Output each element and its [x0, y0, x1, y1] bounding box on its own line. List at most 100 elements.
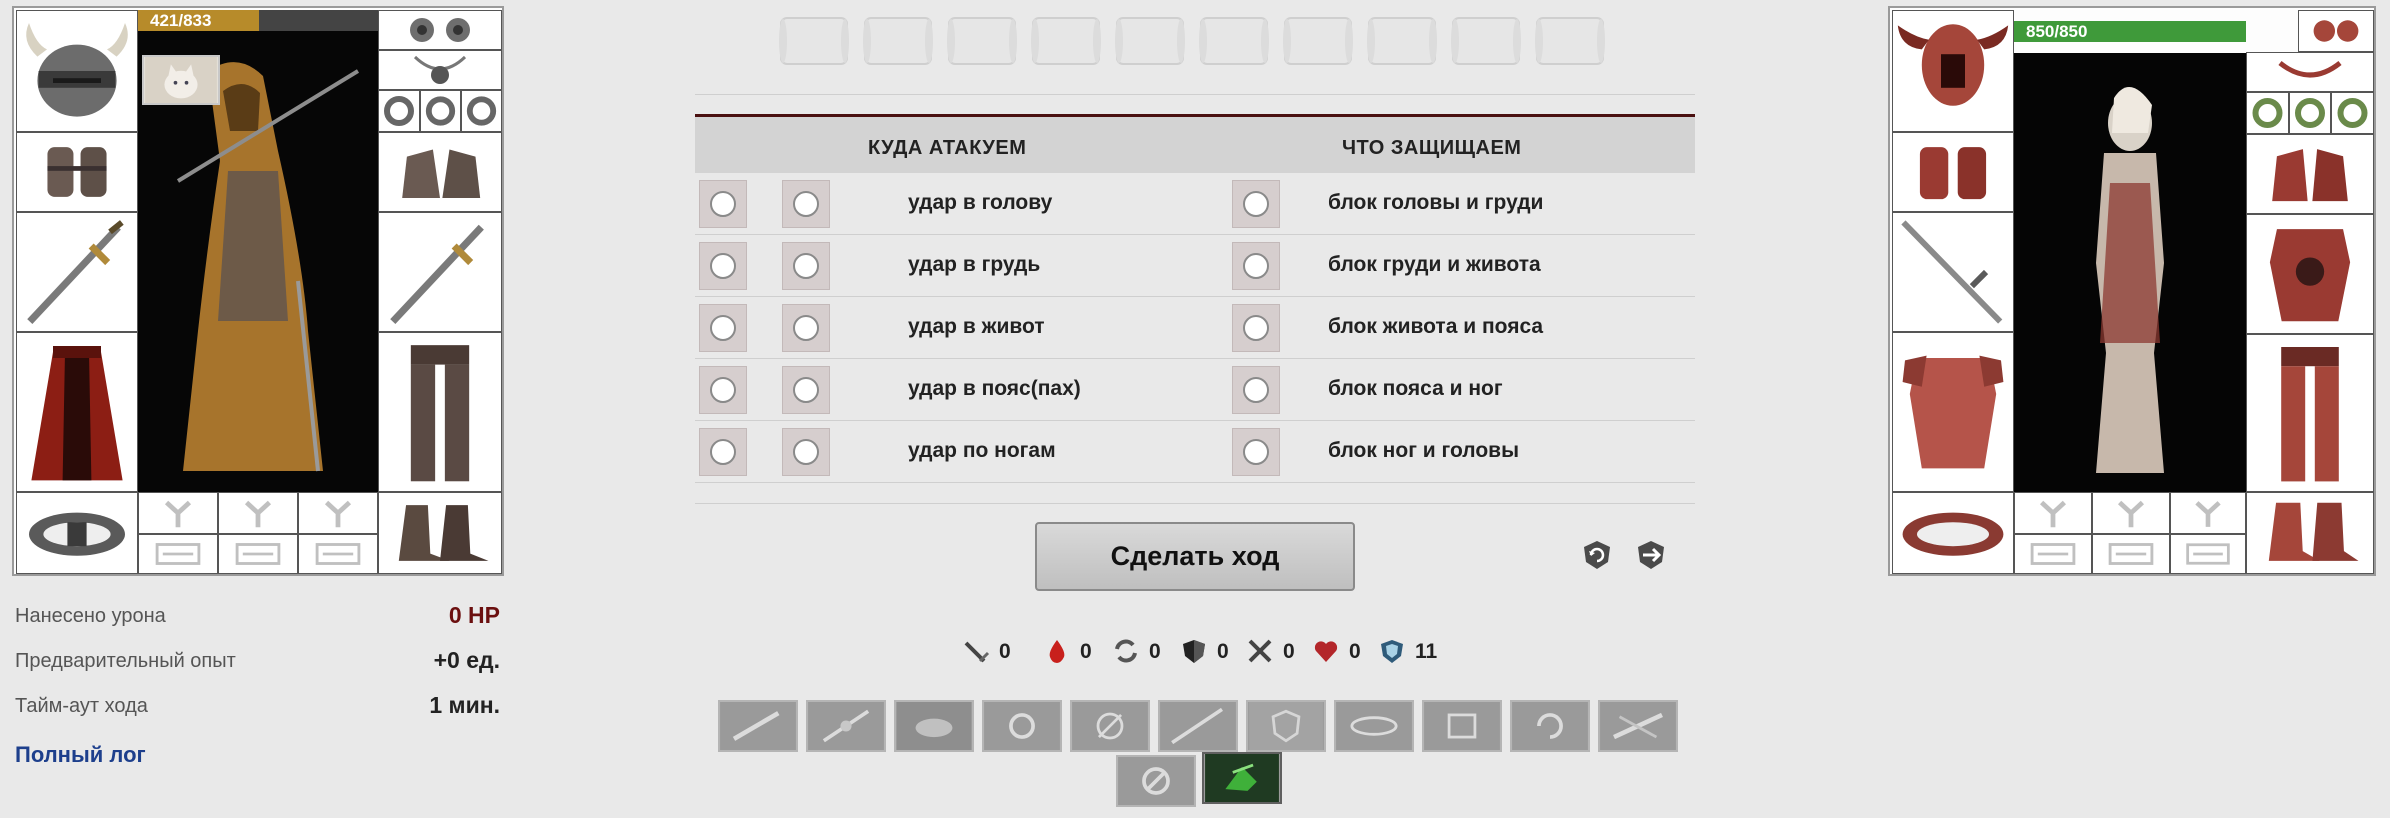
player-rune-slot-1[interactable] [138, 492, 218, 534]
counter-dodges-value: 0 [1283, 640, 1295, 663]
skill-slot-6[interactable] [1158, 700, 1238, 752]
player-rune-slot-3[interactable] [298, 492, 378, 534]
scroll-slot-8[interactable] [1363, 14, 1441, 68]
enemy-legs-slot[interactable] [2246, 334, 2374, 492]
turn-timeout-value: 1 мин. [429, 692, 500, 718]
skill-slot-3[interactable] [894, 700, 974, 752]
player-artifact-slot-1[interactable] [138, 534, 218, 574]
scroll-slots-bar [775, 14, 1615, 70]
enemy-amulet-slot[interactable] [2246, 52, 2374, 92]
attack-legs-radio-1[interactable] [699, 428, 747, 476]
counter-hearts-value: 0 [1349, 640, 1361, 663]
full-log-link[interactable]: Полный лог [15, 742, 146, 768]
enemy-belt-slot[interactable] [1892, 492, 2014, 574]
player-amulet-slot[interactable] [378, 50, 502, 90]
enemy-rune-slot-1[interactable] [2014, 492, 2092, 534]
skill-slot-2[interactable] [806, 700, 886, 752]
skill-slot-7[interactable] [1246, 700, 1326, 752]
scroll-slot-7[interactable] [1279, 14, 1357, 68]
scroll-slot-3[interactable] [943, 14, 1021, 68]
scroll-slot-2[interactable] [859, 14, 937, 68]
player-bracers-slot[interactable] [16, 132, 138, 212]
table-bottom-divider [695, 503, 1695, 504]
enemy-boots-slot[interactable] [2246, 492, 2374, 574]
player-character-panel: 421/833 [12, 6, 504, 576]
attack-head-radio-2[interactable] [782, 180, 830, 228]
player-cloak-slot[interactable] [16, 332, 138, 492]
attack-legs-label: удар по ногам [908, 439, 1056, 462]
attack-belly-radio-1[interactable] [699, 304, 747, 352]
player-offhand-slot[interactable] [378, 212, 502, 332]
auto-move-icon[interactable] [1634, 538, 1668, 572]
enemy-hp-bar: 850/850 [2014, 21, 2246, 42]
enemy-ring-slot-3[interactable] [2331, 92, 2374, 134]
player-artifact-slot-3[interactable] [298, 534, 378, 574]
turn-timeout-label: Тайм-аут хода [15, 695, 148, 717]
player-rune-slot-2[interactable] [218, 492, 298, 534]
player-belt-slot[interactable] [16, 492, 138, 574]
block-waist-legs-radio[interactable] [1232, 366, 1280, 414]
attack-belly-radio-2[interactable] [782, 304, 830, 352]
enemy-helmet-slot[interactable] [1892, 10, 2014, 132]
combat-row-chest: удар в грудь блок груди и живота [695, 235, 1695, 297]
player-pet-avatar[interactable] [142, 55, 220, 105]
enemy-chest-slot[interactable] [2246, 214, 2374, 334]
attack-head-radio-1[interactable] [699, 180, 747, 228]
scroll-slot-6[interactable] [1195, 14, 1273, 68]
attack-legs-radio-2[interactable] [782, 428, 830, 476]
scroll-slot-9[interactable] [1447, 14, 1525, 68]
player-weapon-slot[interactable] [16, 212, 138, 332]
skill-slot-4[interactable] [982, 700, 1062, 752]
scroll-slot-10[interactable] [1531, 14, 1609, 68]
block-belly-waist-label: блок живота и пояса [1328, 315, 1544, 338]
attack-waist-radio-2[interactable] [782, 366, 830, 414]
skill-slot-11[interactable] [1598, 700, 1678, 752]
player-helmet-slot[interactable] [16, 10, 138, 132]
skill-slot-9[interactable] [1422, 700, 1502, 752]
block-head-chest-radio[interactable] [1232, 180, 1280, 228]
enemy-earrings-slot[interactable] [2298, 10, 2374, 52]
attack-chest-label: удар в грудь [908, 253, 1041, 276]
skill-slot-13-active[interactable] [1202, 752, 1282, 804]
player-gloves-slot[interactable] [378, 132, 502, 212]
enemy-bracers-slot[interactable] [1892, 132, 2014, 212]
attack-waist-radio-1[interactable] [699, 366, 747, 414]
skill-slot-8[interactable] [1334, 700, 1414, 752]
player-boots-slot[interactable] [378, 492, 502, 574]
block-chest-belly-radio[interactable] [1232, 242, 1280, 290]
make-move-button[interactable]: Сделать ход [1035, 522, 1355, 591]
enemy-ring-slot-1[interactable] [2246, 92, 2289, 134]
refresh-icon[interactable] [1580, 538, 1614, 572]
scroll-slot-1[interactable] [775, 14, 853, 68]
enemy-ring-slot-2[interactable] [2289, 92, 2331, 134]
enemy-gloves-slot[interactable] [2246, 134, 2374, 214]
enemy-portrait [2014, 53, 2246, 492]
block-belly-waist-radio[interactable] [1232, 304, 1280, 352]
enemy-artifact-slot-2[interactable] [2092, 534, 2170, 574]
player-artifact-slot-2[interactable] [218, 534, 298, 574]
enemy-artifact-slot-3[interactable] [2170, 534, 2246, 574]
skill-slot-1[interactable] [718, 700, 798, 752]
attack-chest-radio-2[interactable] [782, 242, 830, 290]
player-ring-slot-1[interactable] [378, 90, 420, 132]
enemy-rune-slot-3[interactable] [2170, 492, 2246, 534]
player-hp-text: 421/833 [150, 11, 212, 30]
combat-table: КУДА АТАКУЕМ ЧТО ЗАЩИЩАЕМ удар в голову … [695, 114, 1695, 504]
scroll-slot-4[interactable] [1027, 14, 1105, 68]
combat-row-belly: удар в живот блок живота и пояса [695, 297, 1695, 359]
player-ring-slot-3[interactable] [461, 90, 502, 132]
skill-slot-10[interactable] [1510, 700, 1590, 752]
block-legs-head-radio[interactable] [1232, 428, 1280, 476]
attack-chest-radio-1[interactable] [699, 242, 747, 290]
enemy-weapon-slot[interactable] [1892, 212, 2014, 332]
skill-slot-12[interactable] [1116, 755, 1196, 807]
player-earrings-slot[interactable] [378, 10, 502, 50]
enemy-artifact-slot-1[interactable] [2014, 534, 2092, 574]
player-ring-slot-2[interactable] [420, 90, 461, 132]
skill-slot-5[interactable] [1070, 700, 1150, 752]
scroll-slot-5[interactable] [1111, 14, 1189, 68]
enemy-armor-slot[interactable] [1892, 332, 2014, 492]
combat-row-legs: удар по ногам блок ног и головы [695, 421, 1695, 483]
player-legs-slot[interactable] [378, 332, 502, 492]
enemy-rune-slot-2[interactable] [2092, 492, 2170, 534]
